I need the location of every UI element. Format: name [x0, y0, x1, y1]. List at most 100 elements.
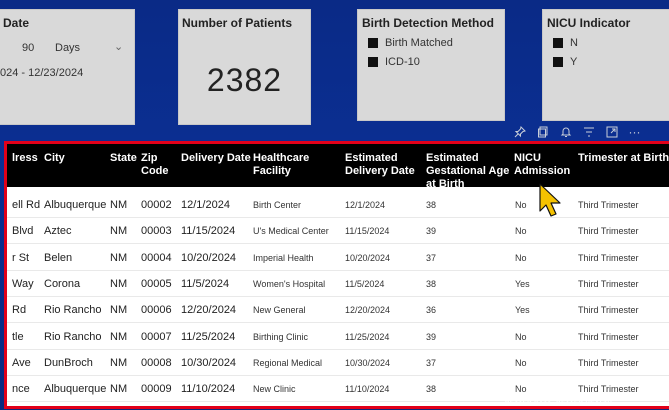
table-row[interactable]: r St Belen NM 00004 10/20/2024 Imperial Healt… — [7, 244, 669, 271]
cell-est-delivery: 11/5/2024 — [345, 279, 385, 289]
patient-table[interactable]: lress City State Zip Code Delivery Date … — [4, 141, 669, 409]
pin-icon[interactable] — [508, 124, 531, 140]
cell-trimester: Third Trimester — [578, 358, 639, 368]
col-header-state[interactable]: State — [110, 152, 137, 165]
cell-delivery-date: 12/1/2024 — [181, 199, 230, 211]
cell-trimester: Third Trimester — [578, 253, 639, 263]
copy-icon[interactable] — [531, 124, 554, 140]
col-header-city[interactable]: City — [44, 152, 65, 165]
checkbox-icon[interactable] — [368, 57, 378, 68]
cell-address: r St — [12, 252, 30, 264]
col-header-gestational[interactable]: Estimated Gestational Age at Birth — [426, 152, 516, 191]
cell-facility: New General — [253, 305, 306, 315]
cell-state: NM — [110, 252, 128, 264]
birth-option-icd10[interactable]: ICD-10 — [368, 56, 420, 68]
chevron-down-icon[interactable]: ⌄ — [114, 40, 123, 53]
patients-kpi-value: 2382 — [206, 62, 283, 98]
patients-kpi-card: Number of Patients 2382 — [179, 10, 310, 124]
cell-trimester: Third Trimester — [578, 279, 639, 289]
table-row[interactable]: nce Albuquerque NM 00009 11/10/2024 New Clini… — [7, 375, 669, 402]
cell-facility: New Clinic — [253, 384, 296, 394]
birth-option-birth-matched[interactable]: Birth Matched — [368, 37, 453, 49]
cell-nicu: No — [515, 358, 527, 368]
nicu-option-label: N — [570, 37, 578, 49]
expand-icon[interactable] — [600, 124, 623, 140]
nicu-option-n[interactable]: N — [553, 37, 578, 49]
cell-address: Ave — [12, 357, 31, 369]
birth-option-label: ICD-10 — [385, 56, 420, 68]
cell-facility: Regional Medical — [253, 358, 323, 368]
table-row[interactable]: tle Rio Rancho NM 00007 11/25/2024 Birthing C… — [7, 323, 669, 350]
cell-facility: Women's Hospital — [253, 279, 326, 289]
date-slicer-title: Date — [3, 16, 30, 30]
pointer-cursor-icon — [539, 183, 561, 217]
cell-est-delivery: 12/20/2024 — [345, 305, 391, 315]
date-range-number[interactable]: 90 — [22, 42, 34, 54]
cell-gestational: 36 — [426, 305, 437, 315]
col-header-zip[interactable]: Zip Code — [141, 152, 175, 178]
cell-state: NM — [110, 357, 128, 369]
cell-zip: 00006 — [141, 304, 172, 316]
cell-nicu: No — [515, 253, 527, 263]
cell-delivery-date: 10/30/2024 — [181, 357, 237, 369]
more-icon[interactable]: ··· — [623, 124, 646, 140]
cell-facility: Birthing Clinic — [253, 332, 309, 342]
cell-nicu: No — [515, 200, 527, 210]
date-range-unit[interactable]: Days — [55, 42, 80, 54]
table-row[interactable]: Blvd Aztec NM 00003 11/15/2024 U's Medical Ce… — [7, 217, 669, 244]
col-header-address[interactable]: lress — [12, 152, 38, 165]
cell-address: ell Rd — [12, 199, 41, 211]
date-range-text: 024 - 12/23/2024 — [0, 67, 84, 79]
cell-city: DunBroch — [44, 357, 93, 369]
col-header-est-delivery[interactable]: Estimated Delivery Date — [345, 152, 423, 178]
birth-detection-title: Birth Detection Method — [362, 16, 494, 30]
checkbox-icon[interactable] — [553, 38, 563, 49]
cell-gestational: 37 — [426, 358, 437, 368]
nicu-slicer-card: NICU Indicator N Y — [543, 10, 669, 120]
table-row[interactable]: ell Rd Albuquerque NM 00002 12/1/2024 Birth C… — [7, 191, 669, 218]
checkbox-icon[interactable] — [553, 57, 563, 68]
cell-est-delivery: 11/25/2024 — [345, 332, 390, 342]
cell-delivery-date: 11/25/2024 — [181, 331, 236, 343]
col-header-trimester[interactable]: Trimester at Birth — [578, 152, 669, 165]
cell-delivery-date: 11/15/2024 — [181, 225, 236, 237]
cell-state: NM — [110, 383, 128, 395]
birth-option-label: Birth Matched — [385, 37, 453, 49]
cell-zip: 00002 — [141, 199, 172, 211]
cell-city: Aztec — [44, 225, 72, 237]
cell-delivery-date: 11/5/2024 — [181, 278, 230, 290]
cell-nicu: No — [515, 384, 527, 394]
nicu-option-y[interactable]: Y — [553, 56, 577, 68]
bell-icon[interactable] — [554, 124, 577, 140]
cell-state: NM — [110, 278, 128, 290]
table-row[interactable]: Way Corona NM 00005 11/5/2024 Women's Hospita… — [7, 270, 669, 297]
cell-address: Rd — [12, 304, 27, 316]
filter-icon[interactable] — [577, 124, 600, 140]
cell-est-delivery: 10/20/2024 — [345, 253, 391, 263]
col-header-nicu[interactable]: NICU Admission — [514, 152, 576, 178]
cell-city: Rio Rancho — [44, 331, 102, 343]
cell-trimester: Third Trimester — [578, 226, 639, 236]
cell-est-delivery: 11/15/2024 — [345, 226, 390, 236]
cell-state: NM — [110, 304, 128, 316]
cell-state: NM — [110, 331, 128, 343]
cell-delivery-date: 11/10/2024 — [181, 383, 236, 395]
cell-nicu: Yes — [515, 305, 530, 315]
cell-nicu: Yes — [515, 279, 530, 289]
table-row[interactable]: Rd Rio Rancho NM 00006 12/20/2024 New General… — [7, 296, 669, 323]
date-slicer-card[interactable]: Date 90 Days ⌄ 024 - 12/23/2024 — [0, 10, 134, 124]
cell-city: Corona — [44, 278, 81, 290]
col-header-facility[interactable]: Healthcare Facility — [253, 152, 325, 178]
cell-state: NM — [110, 199, 128, 211]
cell-trimester: Third Trimester — [578, 384, 639, 394]
checkbox-icon[interactable] — [368, 38, 378, 49]
cell-zip: 00008 — [141, 357, 172, 369]
cell-zip: 00007 — [141, 331, 172, 343]
visual-header-toolbar: ··· — [508, 124, 646, 140]
cell-delivery-date: 10/20/2024 — [181, 252, 237, 264]
col-header-delivery-date[interactable]: Delivery Date — [181, 152, 251, 165]
table-row[interactable]: Ave DunBroch NM 00008 10/30/2024 Regional Med… — [7, 349, 669, 376]
cell-zip: 00003 — [141, 225, 172, 237]
cell-nicu: No — [515, 226, 527, 236]
cell-address: tle — [12, 331, 24, 343]
